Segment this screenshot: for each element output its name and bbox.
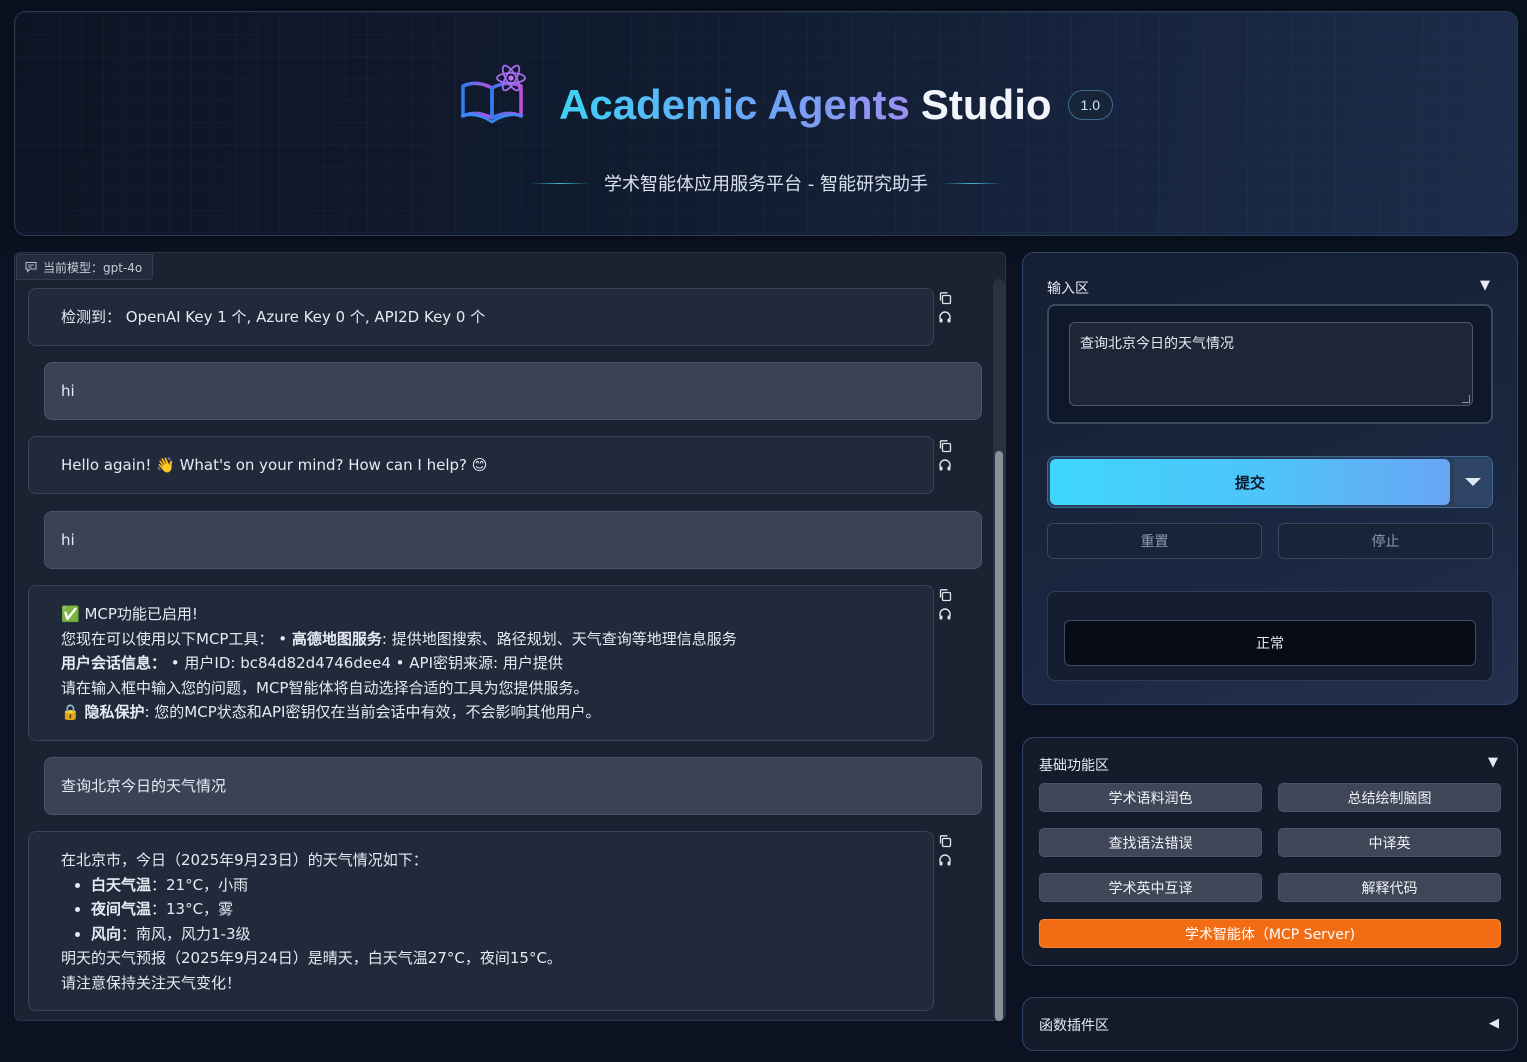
input-textarea-wrapper: 查询北京今日的天气情况 [1047, 304, 1493, 424]
bot-message-weather: 在北京市，今日（2025年9月23日）的天气情况如下： 白天气温：21°C，小雨… [28, 831, 934, 1011]
weather-closing: 请注意保持关注天气变化！ [61, 973, 242, 992]
chevron-down-icon [1465, 478, 1481, 486]
message-actions [938, 291, 954, 329]
message-text: Hello again! 👋 What's on your mind? How … [61, 455, 488, 474]
message-text: hi [61, 530, 75, 549]
copy-icon[interactable] [938, 588, 952, 602]
copy-icon[interactable] [938, 291, 952, 305]
mcp-tools-line: 您现在可以使用以下MCP工具： • 高德地图服务: 提供地图搜索、路径规划、天气… [61, 629, 737, 648]
chatbot-panel: 当前模型：gpt-4o 检测到： OpenAI Key 1 个, Azure K… [14, 252, 1006, 1021]
current-model-label: 当前模型：gpt-4o [16, 254, 154, 280]
message-text: hi [61, 381, 75, 400]
academic-polish-button[interactable]: 学术语料润色 [1039, 783, 1262, 812]
submit-button[interactable]: 提交 [1050, 459, 1450, 505]
grammar-check-button[interactable]: 查找语法错误 [1039, 828, 1262, 857]
explain-code-button[interactable]: 解释代码 [1278, 873, 1501, 902]
status-container: 正常 [1047, 591, 1493, 681]
mcp-session-line: 用户会话信息： • 用户ID: bc84d82d4746dee4 • API密钥… [61, 654, 563, 672]
book-atom-icon [460, 64, 526, 124]
headphones-icon[interactable] [938, 310, 952, 324]
expand-arrow-icon[interactable]: ◀ [1489, 1016, 1499, 1031]
app-title: Academic Agents Studio 1.0 [559, 70, 1113, 140]
copy-icon[interactable] [938, 834, 952, 848]
headphones-icon[interactable] [938, 458, 952, 472]
version-badge: 1.0 [1067, 90, 1113, 120]
weather-intro: 在北京市，今日（2025年9月23日）的天气情况如下： [61, 851, 428, 869]
function-plugins-card[interactable]: 函数插件区 ◀ [1022, 997, 1518, 1051]
mcp-privacy-line: 🔒 隐私保护: 您的MCP状态和API密钥仅在当前会话中有效，不会影响其他用户。 [61, 703, 601, 721]
list-item: 夜间气温：13°C，雾 [91, 897, 901, 922]
zh-to-en-button[interactable]: 中译英 [1278, 828, 1501, 857]
plugins-title: 函数插件区 [1039, 1018, 1109, 1034]
model-label-text: 当前模型：gpt-4o [43, 260, 143, 275]
academic-translate-button[interactable]: 学术英中互译 [1039, 873, 1262, 902]
collapse-arrow-icon[interactable]: ▼ [1480, 278, 1490, 293]
message-actions [938, 588, 954, 626]
reset-button[interactable]: 重置 [1047, 523, 1262, 559]
basic-functions-title: 基础功能区 [1039, 758, 1109, 774]
headphones-icon[interactable] [938, 607, 952, 621]
app-header: Academic Agents Studio 1.0 学术智能体应用服务平台 -… [14, 11, 1518, 236]
query-textarea[interactable]: 查询北京今日的天气情况 [1069, 322, 1473, 406]
bot-message: Hello again! 👋 What's on your mind? How … [28, 436, 934, 494]
message-text: 检测到： OpenAI Key 1 个, Azure Key 0 个, API2… [61, 307, 486, 326]
message-actions [938, 834, 954, 872]
subtitle-divider-left [530, 182, 591, 184]
title-gradient-text: Academic Agents [559, 81, 910, 128]
textarea-value: 查询北京今日的天气情况 [1080, 336, 1234, 352]
user-message: hi [44, 511, 982, 569]
mcp-instruction-line: 请在输入框中输入您的问题，MCP智能体将自动选择合适的工具为您提供服务。 [61, 678, 589, 697]
headphones-icon[interactable] [938, 853, 952, 867]
user-message: 查询北京今日的天气情况 [44, 757, 982, 815]
input-area-title: 输入区 [1047, 281, 1089, 297]
chat-bubble-icon [25, 262, 37, 273]
collapse-arrow-icon[interactable]: ▼ [1488, 755, 1498, 770]
app-subtitle: 学术智能体应用服务平台 - 智能研究助手 [604, 174, 928, 195]
title-plain-text: Studio [920, 81, 1052, 128]
bot-message: 检测到： OpenAI Key 1 个, Azure Key 0 个, API2… [28, 288, 934, 346]
list-item: 风向：南风，风力1-3级 [91, 922, 901, 947]
weather-forecast: 明天的天气预报（2025年9月24日）是晴天，白天气温27°C，夜间15°C。 [61, 949, 562, 967]
basic-functions-card: 基础功能区 ▼ 学术语料润色 总结绘制脑图 查找语法错误 中译英 学术英中互译 … [1022, 737, 1518, 966]
weather-list: 白天气温：21°C，小雨 夜间气温：13°C，雾 风向：南风，风力1-3级 [61, 873, 901, 947]
stop-button[interactable]: 停止 [1278, 523, 1493, 559]
message-actions [938, 439, 954, 477]
list-item: 白天气温：21°C，小雨 [91, 873, 901, 898]
user-message: hi [44, 362, 982, 420]
copy-icon[interactable] [938, 439, 952, 453]
status-indicator: 正常 [1064, 620, 1476, 666]
resize-handle-icon[interactable] [1462, 395, 1470, 403]
chat-scrollbar-thumb[interactable] [995, 451, 1003, 1021]
subtitle-divider-right [941, 182, 1002, 184]
message-text: 查询北京今日的天气情况 [61, 776, 227, 795]
mindmap-summary-button[interactable]: 总结绘制脑图 [1278, 783, 1501, 812]
mcp-enabled-line: ✅ MCP功能已启用! [61, 605, 198, 623]
mcp-agent-button[interactable]: 学术智能体（MCP Server) [1039, 919, 1501, 948]
submit-dropdown-button[interactable] [1454, 459, 1492, 505]
bot-message-mcp: ✅ MCP功能已启用! 您现在可以使用以下MCP工具： • 高德地图服务: 提供… [28, 585, 934, 741]
input-area-card: 输入区 ▼ 查询北京今日的天气情况 提交 重置 停止 正常 [1022, 252, 1518, 705]
subtitle-row: 学术智能体应用服务平台 - 智能研究助手 [15, 170, 1517, 196]
submit-button-group: 提交 [1047, 456, 1493, 508]
